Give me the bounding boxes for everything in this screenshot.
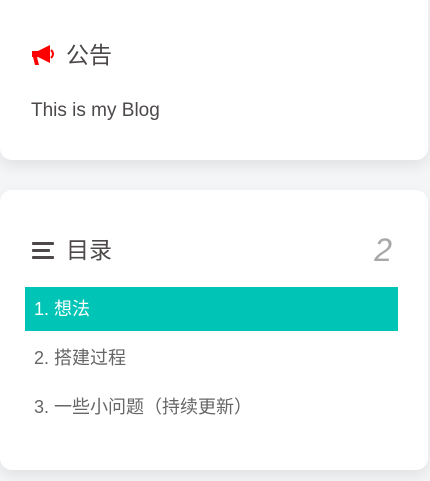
toc-header: 目录 2: [30, 234, 392, 266]
announcement-text: This is my Blog: [31, 100, 160, 121]
toc-header-left: 目录: [30, 237, 112, 263]
bullhorn-icon: [30, 43, 56, 67]
toc-item-build-process[interactable]: 2. 搭建过程: [25, 336, 398, 380]
toc-title: 目录: [66, 237, 112, 263]
toc-item-small-issues[interactable]: 3. 一些小问题（持续更新）: [25, 385, 398, 429]
toc-progress-percent: 2: [374, 232, 392, 268]
list-icon: [30, 238, 56, 262]
toc-item-ideas[interactable]: 1. 想法: [25, 287, 398, 331]
announcement-card: 公告 This is my Blog: [0, 0, 428, 160]
toc-list: 1. 想法 2. 搭建过程 3. 一些小问题（持续更新）: [25, 287, 398, 434]
announcement-title: 公告: [66, 42, 112, 68]
announcement-header: 公告: [30, 42, 112, 68]
toc-card: 目录 2 1. 想法 2. 搭建过程 3. 一些小问题（持续更新）: [0, 190, 428, 470]
